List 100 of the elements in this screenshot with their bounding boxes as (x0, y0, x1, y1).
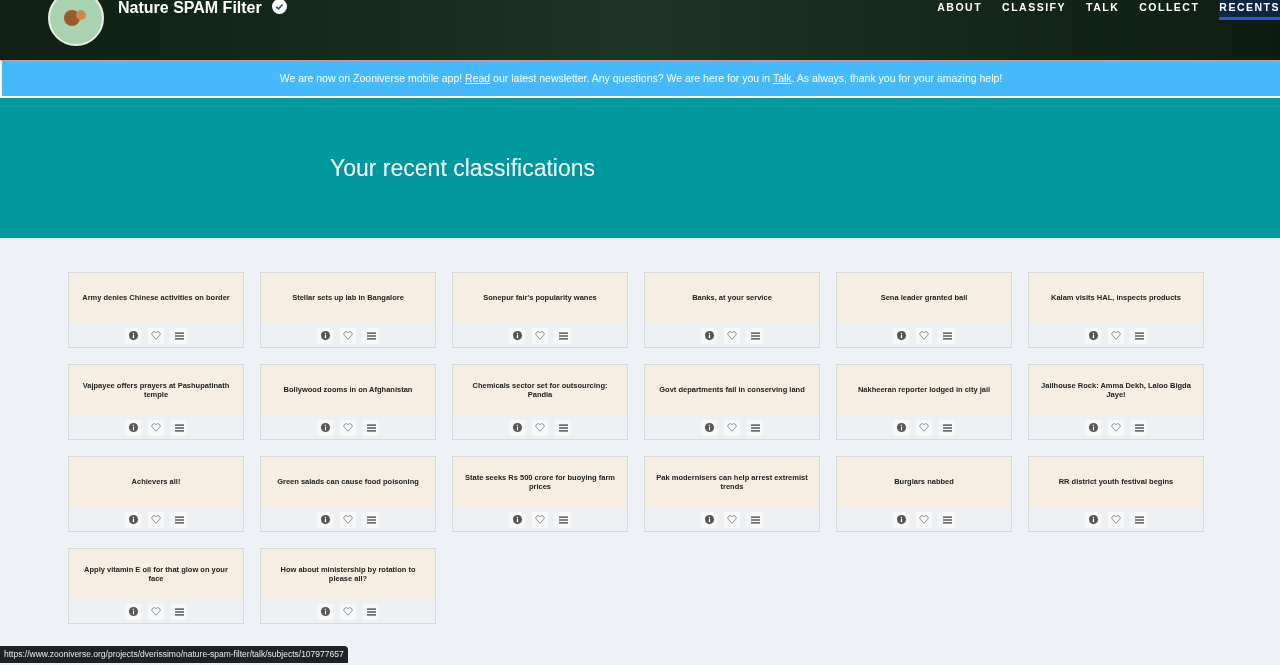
favorite-button[interactable] (532, 419, 548, 436)
info-button[interactable] (893, 511, 909, 528)
favorite-button[interactable] (724, 511, 740, 528)
info-icon (704, 515, 714, 524)
info-button[interactable] (125, 511, 141, 528)
info-icon (512, 515, 522, 524)
collect-button[interactable] (363, 327, 379, 344)
info-button[interactable] (317, 603, 333, 620)
info-button[interactable] (317, 419, 333, 436)
info-button[interactable] (701, 511, 717, 528)
list-icon (366, 423, 376, 432)
collect-button[interactable] (747, 511, 763, 528)
info-button[interactable] (317, 511, 333, 528)
info-button[interactable] (509, 327, 525, 344)
project-logo[interactable] (48, 0, 104, 46)
nav-tab[interactable]: CLASSIFY (1002, 0, 1066, 20)
favorite-button[interactable] (148, 603, 164, 620)
collect-button[interactable] (363, 419, 379, 436)
info-button[interactable] (1085, 511, 1101, 528)
list-icon (1134, 423, 1144, 432)
favorite-button[interactable] (916, 419, 932, 436)
info-button[interactable] (893, 419, 909, 436)
list-icon (174, 423, 184, 432)
favorite-button[interactable] (148, 419, 164, 436)
page-heading: Your recent classifications (330, 153, 596, 183)
collect-button[interactable] (747, 327, 763, 344)
heart-icon (151, 331, 161, 340)
heart-icon (1111, 423, 1121, 432)
nav-tab[interactable]: RECENTS (1219, 0, 1280, 20)
collect-button[interactable] (171, 327, 187, 344)
info-button[interactable] (701, 327, 717, 344)
info-icon (512, 331, 522, 340)
collect-button[interactable] (171, 603, 187, 620)
heart-icon (919, 515, 929, 524)
collect-button[interactable] (363, 603, 379, 620)
collect-button[interactable] (555, 511, 571, 528)
favorite-button[interactable] (340, 419, 356, 436)
nav-tab[interactable]: COLLECT (1139, 0, 1200, 20)
favorite-button[interactable] (532, 327, 548, 344)
collect-button[interactable] (1131, 511, 1147, 528)
info-button[interactable] (125, 327, 141, 344)
heart-icon (535, 515, 545, 524)
info-button[interactable] (125, 419, 141, 436)
favorite-button[interactable] (532, 511, 548, 528)
list-icon (174, 607, 184, 616)
collect-button[interactable] (939, 327, 955, 344)
collect-button[interactable] (939, 419, 955, 436)
info-icon (512, 423, 522, 432)
info-icon (320, 423, 330, 432)
info-button[interactable] (317, 327, 333, 344)
favorite-button[interactable] (1108, 327, 1124, 344)
list-icon (750, 331, 760, 340)
favorite-button[interactable] (340, 327, 356, 344)
heart-icon (727, 515, 737, 524)
favorite-button[interactable] (724, 419, 740, 436)
info-icon (896, 423, 906, 432)
list-icon (942, 423, 952, 432)
collect-button[interactable] (747, 419, 763, 436)
heart-icon (1111, 515, 1121, 524)
project-title: Nature SPAM Filter (118, 0, 262, 16)
info-button[interactable] (1085, 419, 1101, 436)
heart-icon (151, 423, 161, 432)
info-button[interactable] (893, 327, 909, 344)
info-icon (1088, 515, 1098, 524)
favorite-button[interactable] (148, 327, 164, 344)
list-icon (1134, 515, 1144, 524)
heart-icon (727, 423, 737, 432)
info-button[interactable] (1085, 327, 1101, 344)
collect-button[interactable] (939, 511, 955, 528)
collect-button[interactable] (555, 327, 571, 344)
heart-icon (343, 423, 353, 432)
info-button[interactable] (701, 419, 717, 436)
collect-button[interactable] (1131, 419, 1147, 436)
collect-button[interactable] (171, 419, 187, 436)
favorite-button[interactable] (1108, 511, 1124, 528)
nav-tab[interactable]: TALK (1086, 0, 1120, 20)
collect-button[interactable] (1131, 327, 1147, 344)
collect-button[interactable] (171, 511, 187, 528)
heart-icon (727, 331, 737, 340)
heart-icon (151, 607, 161, 616)
favorite-button[interactable] (1108, 419, 1124, 436)
favorite-button[interactable] (724, 327, 740, 344)
favorite-button[interactable] (340, 603, 356, 620)
favorite-button[interactable] (916, 327, 932, 344)
list-icon (558, 331, 568, 340)
favorite-button[interactable] (148, 511, 164, 528)
favorite-button[interactable] (340, 511, 356, 528)
list-icon (942, 515, 952, 524)
info-button[interactable] (509, 511, 525, 528)
info-icon (128, 515, 138, 524)
list-icon (366, 515, 376, 524)
favorite-button[interactable] (916, 511, 932, 528)
nav-tab[interactable]: ABOUT (937, 0, 983, 20)
list-icon (366, 331, 376, 340)
info-button[interactable] (125, 603, 141, 620)
collect-button[interactable] (555, 419, 571, 436)
info-button[interactable] (509, 419, 525, 436)
collect-button[interactable] (363, 511, 379, 528)
info-icon (320, 515, 330, 524)
list-icon (942, 331, 952, 340)
